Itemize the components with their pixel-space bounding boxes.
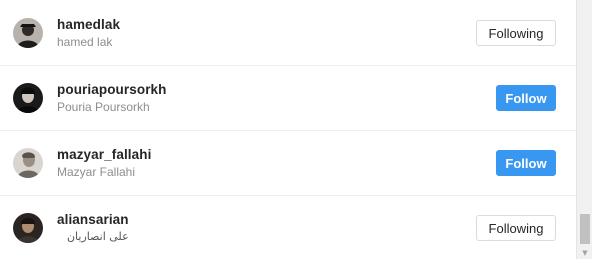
list-item: mazyar_fallahi Mazyar Fallahi Follow	[0, 132, 576, 196]
following-list[interactable]: hamedlak hamed lak Following pouriapours…	[0, 0, 576, 259]
user-names: hamedlak hamed lak	[57, 16, 120, 50]
following-button[interactable]: Following	[476, 20, 556, 46]
full-name: علی انصاریان	[66, 230, 129, 243]
list-item: pouriapoursorkh Pouria Poursorkh Follow	[0, 67, 576, 131]
list-item: hamedlak hamed lak Following	[0, 2, 576, 66]
list-item: aliansarian علی انصاریان Following	[0, 197, 576, 259]
full-name: hamed lak	[57, 35, 113, 49]
avatar[interactable]	[13, 148, 43, 178]
avatar[interactable]	[13, 18, 43, 48]
username-link[interactable]: pouriapoursorkh	[57, 81, 167, 98]
following-list-dialog: hamedlak hamed lak Following pouriapours…	[0, 0, 592, 259]
username-link[interactable]: hamedlak	[57, 16, 120, 33]
avatar[interactable]	[13, 83, 43, 113]
vertical-scrollbar[interactable]: ▼	[576, 0, 592, 259]
user-names: aliansarian علی انصاریان	[57, 211, 129, 245]
chevron-down-icon[interactable]: ▼	[577, 247, 592, 259]
user-names: pouriapoursorkh Pouria Poursorkh	[57, 81, 167, 115]
username-link[interactable]: aliansarian	[57, 211, 129, 228]
scrollbar-thumb[interactable]	[580, 214, 590, 244]
following-button[interactable]: Following	[476, 215, 556, 241]
avatar[interactable]	[13, 213, 43, 243]
username-link[interactable]: mazyar_fallahi	[57, 146, 151, 163]
full-name: Mazyar Fallahi	[57, 165, 136, 179]
follow-button[interactable]: Follow	[496, 85, 556, 111]
full-name: Pouria Poursorkh	[57, 100, 150, 114]
user-names: mazyar_fallahi Mazyar Fallahi	[57, 146, 151, 180]
follow-button[interactable]: Follow	[496, 150, 556, 176]
